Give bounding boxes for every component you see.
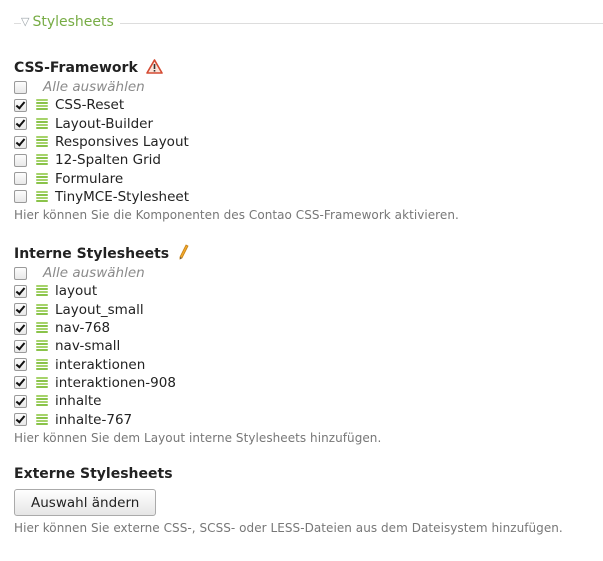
stylesheet-icon bbox=[36, 117, 48, 131]
stylesheet-label[interactable]: Responsives Layout bbox=[55, 134, 189, 150]
stylesheets-panel: ▽ Stylesheets CSS-Framework Alle auswähle… bbox=[0, 0, 603, 561]
stylesheet-icon bbox=[36, 172, 48, 186]
stylesheet-checkbox[interactable] bbox=[14, 358, 27, 372]
select-all-checkbox[interactable] bbox=[14, 266, 27, 280]
legend-toggle[interactable]: ▽ Stylesheets bbox=[21, 14, 114, 30]
framework-section: CSS-Framework Alle auswählen CSS-Reset La… bbox=[14, 58, 603, 224]
warning-icon bbox=[145, 59, 163, 80]
select-all-row: Alle auswählen bbox=[14, 264, 603, 282]
list-item: interaktionen-908 bbox=[14, 374, 603, 392]
stylesheet-icon bbox=[36, 376, 48, 390]
stylesheet-checkbox[interactable] bbox=[14, 339, 27, 353]
stylesheet-checkbox[interactable] bbox=[14, 321, 27, 335]
stylesheet-label[interactable]: Formulare bbox=[55, 171, 123, 187]
next-section-title-cutoff bbox=[14, 553, 19, 561]
stylesheet-label[interactable]: nav-small bbox=[55, 338, 120, 354]
stylesheet-icon bbox=[36, 284, 48, 298]
triangle-down-icon: ▽ bbox=[21, 15, 30, 28]
section-title: CSS-Framework bbox=[14, 58, 603, 78]
stylesheet-label[interactable]: nav-768 bbox=[55, 320, 110, 336]
stylesheet-icon bbox=[36, 321, 48, 335]
divider bbox=[120, 23, 603, 24]
stylesheet-label[interactable]: inhalte-767 bbox=[55, 412, 132, 428]
stylesheet-icon bbox=[36, 98, 48, 112]
internal-list: layout Layout_small nav-768 nav-small intera… bbox=[14, 282, 603, 428]
list-item: inhalte bbox=[14, 392, 603, 410]
stylesheet-label[interactable]: interaktionen-908 bbox=[55, 375, 176, 391]
section-title: Interne Stylesheets bbox=[14, 244, 603, 264]
stylesheet-icon bbox=[36, 394, 48, 408]
list-item: nav-small bbox=[14, 337, 603, 355]
select-all-checkbox[interactable] bbox=[14, 80, 27, 94]
stylesheet-icon bbox=[36, 358, 48, 372]
stylesheet-icon bbox=[36, 135, 48, 149]
list-item: CSS-Reset bbox=[14, 96, 603, 114]
help-text: Hier können Sie dem Layout interne Style… bbox=[14, 430, 382, 445]
stylesheet-label[interactable]: TinyMCE-Stylesheet bbox=[55, 189, 189, 205]
stylesheet-label[interactable]: Layout-Builder bbox=[55, 116, 153, 132]
help-text: Hier können Sie externe CSS-, SCSS- oder… bbox=[14, 521, 563, 535]
stylesheet-checkbox[interactable] bbox=[14, 284, 27, 298]
framework-title: CSS-Framework bbox=[14, 60, 138, 76]
list-item: interaktionen bbox=[14, 355, 603, 373]
stylesheet-label[interactable]: inhalte bbox=[55, 393, 102, 409]
select-all-label: Alle auswählen bbox=[43, 265, 145, 282]
framework-list: CSS-Reset Layout-Builder Responsives Layou… bbox=[14, 96, 603, 206]
stylesheet-icon bbox=[36, 413, 48, 427]
external-title: Externe Stylesheets bbox=[14, 466, 173, 482]
list-item: Formulare bbox=[14, 169, 603, 187]
stylesheet-label[interactable]: 12-Spalten Grid bbox=[55, 152, 161, 168]
stylesheet-checkbox[interactable] bbox=[14, 153, 27, 167]
help-text: Hier können Sie die Komponenten des Cont… bbox=[14, 208, 459, 223]
external-section: Externe Stylesheets Auswahl ändern Hier … bbox=[14, 464, 603, 537]
stylesheet-icon bbox=[36, 303, 48, 317]
select-all-row: Alle auswählen bbox=[14, 78, 603, 96]
legend-label: Stylesheets bbox=[32, 14, 114, 30]
stylesheet-checkbox[interactable] bbox=[14, 413, 27, 427]
select-all-label: Alle auswählen bbox=[43, 79, 145, 96]
fieldset-legend-row: ▽ Stylesheets bbox=[0, 12, 603, 34]
internal-title: Interne Stylesheets bbox=[14, 246, 170, 262]
stylesheet-checkbox[interactable] bbox=[14, 376, 27, 390]
stylesheet-checkbox[interactable] bbox=[14, 98, 27, 112]
list-item: inhalte-767 bbox=[14, 410, 603, 428]
stylesheet-checkbox[interactable] bbox=[14, 117, 27, 131]
stylesheet-label[interactable]: interaktionen bbox=[55, 357, 145, 373]
list-item: Layout-Builder bbox=[14, 115, 603, 133]
list-item: Responsives Layout bbox=[14, 133, 603, 151]
list-item: layout bbox=[14, 282, 603, 300]
stylesheet-icon bbox=[36, 153, 48, 167]
pencil-icon bbox=[177, 244, 189, 266]
internal-section: Interne Stylesheets Alle auswählen layou… bbox=[14, 244, 603, 447]
list-item: 12-Spalten Grid bbox=[14, 151, 603, 169]
stylesheet-checkbox[interactable] bbox=[14, 303, 27, 317]
stylesheet-checkbox[interactable] bbox=[14, 394, 27, 408]
list-item: nav-768 bbox=[14, 319, 603, 337]
stylesheet-label[interactable]: Layout_small bbox=[55, 302, 144, 318]
stylesheet-label[interactable]: layout bbox=[55, 283, 97, 299]
stylesheet-checkbox[interactable] bbox=[14, 190, 27, 204]
list-item: TinyMCE-Stylesheet bbox=[14, 188, 603, 206]
stylesheet-checkbox[interactable] bbox=[14, 135, 27, 149]
stylesheet-icon bbox=[36, 190, 48, 204]
divider bbox=[14, 23, 21, 24]
list-item: Layout_small bbox=[14, 301, 603, 319]
stylesheet-checkbox[interactable] bbox=[14, 172, 27, 186]
stylesheet-label[interactable]: CSS-Reset bbox=[55, 97, 124, 113]
stylesheet-icon bbox=[36, 339, 48, 353]
change-selection-button[interactable]: Auswahl ändern bbox=[14, 489, 157, 516]
